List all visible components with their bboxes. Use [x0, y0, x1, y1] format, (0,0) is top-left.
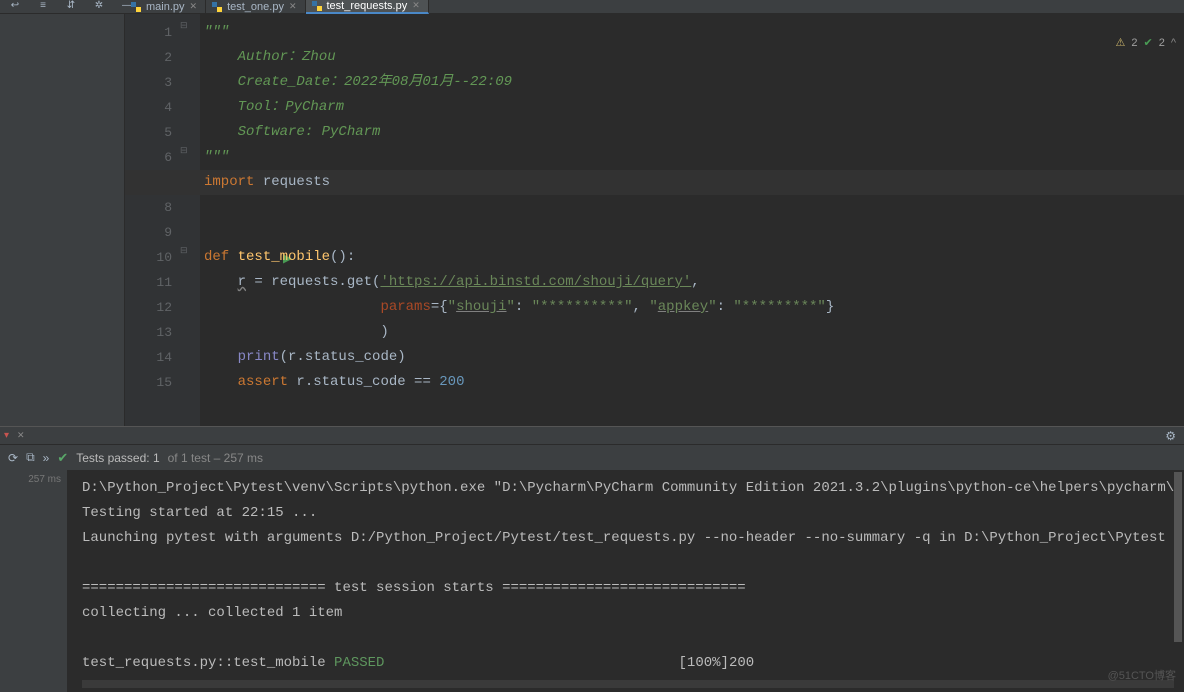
collapse-icon[interactable]: ⇵: [64, 0, 78, 12]
close-icon[interactable]: ✕: [17, 430, 25, 441]
console-output[interactable]: D:\Python_Project\Pytest\venv\Scripts\py…: [68, 470, 1184, 692]
tests-passed-label: Tests passed: 1: [76, 451, 159, 465]
editor-tabs: main.py ✕ test_one.py ✕ test_requests.py…: [0, 0, 1184, 14]
ok-count: 2: [1159, 37, 1165, 49]
tab-label: test_requests.py: [327, 0, 408, 12]
watermark: @51CTO博客: [1108, 667, 1176, 683]
history-icon[interactable]: ⟳: [8, 451, 18, 465]
line-gutter: 1 2 3 4 5 6 7 8 9 10 11 12 13 14 15: [125, 14, 180, 426]
warning-icon: ⚠: [1115, 36, 1125, 49]
expand-icon[interactable]: »: [43, 451, 50, 465]
python-file-icon: [312, 1, 322, 11]
close-icon[interactable]: ✕: [412, 0, 420, 11]
check-icon: ✔: [1143, 36, 1152, 49]
fold-marker-icon[interactable]: ⊟: [180, 20, 188, 31]
tab-test-requests-py[interactable]: test_requests.py ✕: [306, 0, 429, 14]
gear-icon[interactable]: ⚙: [1165, 429, 1176, 443]
tab-main-py[interactable]: main.py ✕: [125, 0, 206, 14]
back-icon[interactable]: ↩: [8, 0, 22, 12]
source-code[interactable]: """ Author：Zhou Create_Date：2022年08月01月-…: [200, 14, 1184, 426]
close-icon[interactable]: ✕: [289, 1, 297, 12]
gear-icon[interactable]: ✲: [92, 0, 106, 12]
test-tree[interactable]: 257 ms: [0, 470, 68, 692]
project-sidebar[interactable]: [0, 14, 125, 426]
inspection-widget[interactable]: ⚠ 2 ✔ 2 ^: [1115, 36, 1176, 49]
run-tool-window: ▾ ✕ ⚙ ⟳ ⧉ » ✔ Tests passed: 1 of 1 test …: [0, 426, 1184, 691]
python-file-icon: [212, 2, 222, 12]
fold-marker-icon[interactable]: ⊟: [180, 245, 188, 256]
tests-total-label: of 1 test – 257 ms: [168, 451, 263, 465]
run-config-tab[interactable]: ▾ ✕: [4, 430, 25, 441]
test-icon: ▾: [4, 430, 9, 441]
analytics-icon[interactable]: ⧉: [26, 450, 35, 465]
list-icon[interactable]: ≡: [36, 0, 50, 12]
test-status-bar: ⟳ ⧉ » ✔ Tests passed: 1 of 1 test – 257 …: [0, 444, 1184, 470]
tab-label: test_one.py: [227, 1, 284, 13]
test-duration: 257 ms: [28, 474, 61, 485]
fold-column: ⊟ ⊟ ⊟: [180, 14, 200, 426]
warning-count: 2: [1131, 37, 1137, 49]
tab-label: main.py: [146, 1, 185, 13]
chevron-up-icon[interactable]: ^: [1171, 37, 1176, 49]
close-icon[interactable]: ✕: [190, 1, 198, 12]
check-icon: ✔: [57, 450, 68, 466]
horizontal-scrollbar[interactable]: [82, 680, 1174, 688]
python-file-icon: [131, 2, 141, 12]
editor: 1 2 3 4 5 6 7 8 9 10 11 12 13 14 15 ⊟ ⊟ …: [125, 14, 1184, 426]
vertical-scrollbar[interactable]: [1174, 472, 1182, 642]
fold-marker-icon[interactable]: ⊟: [180, 145, 188, 156]
tab-test-one-py[interactable]: test_one.py ✕: [206, 0, 305, 14]
